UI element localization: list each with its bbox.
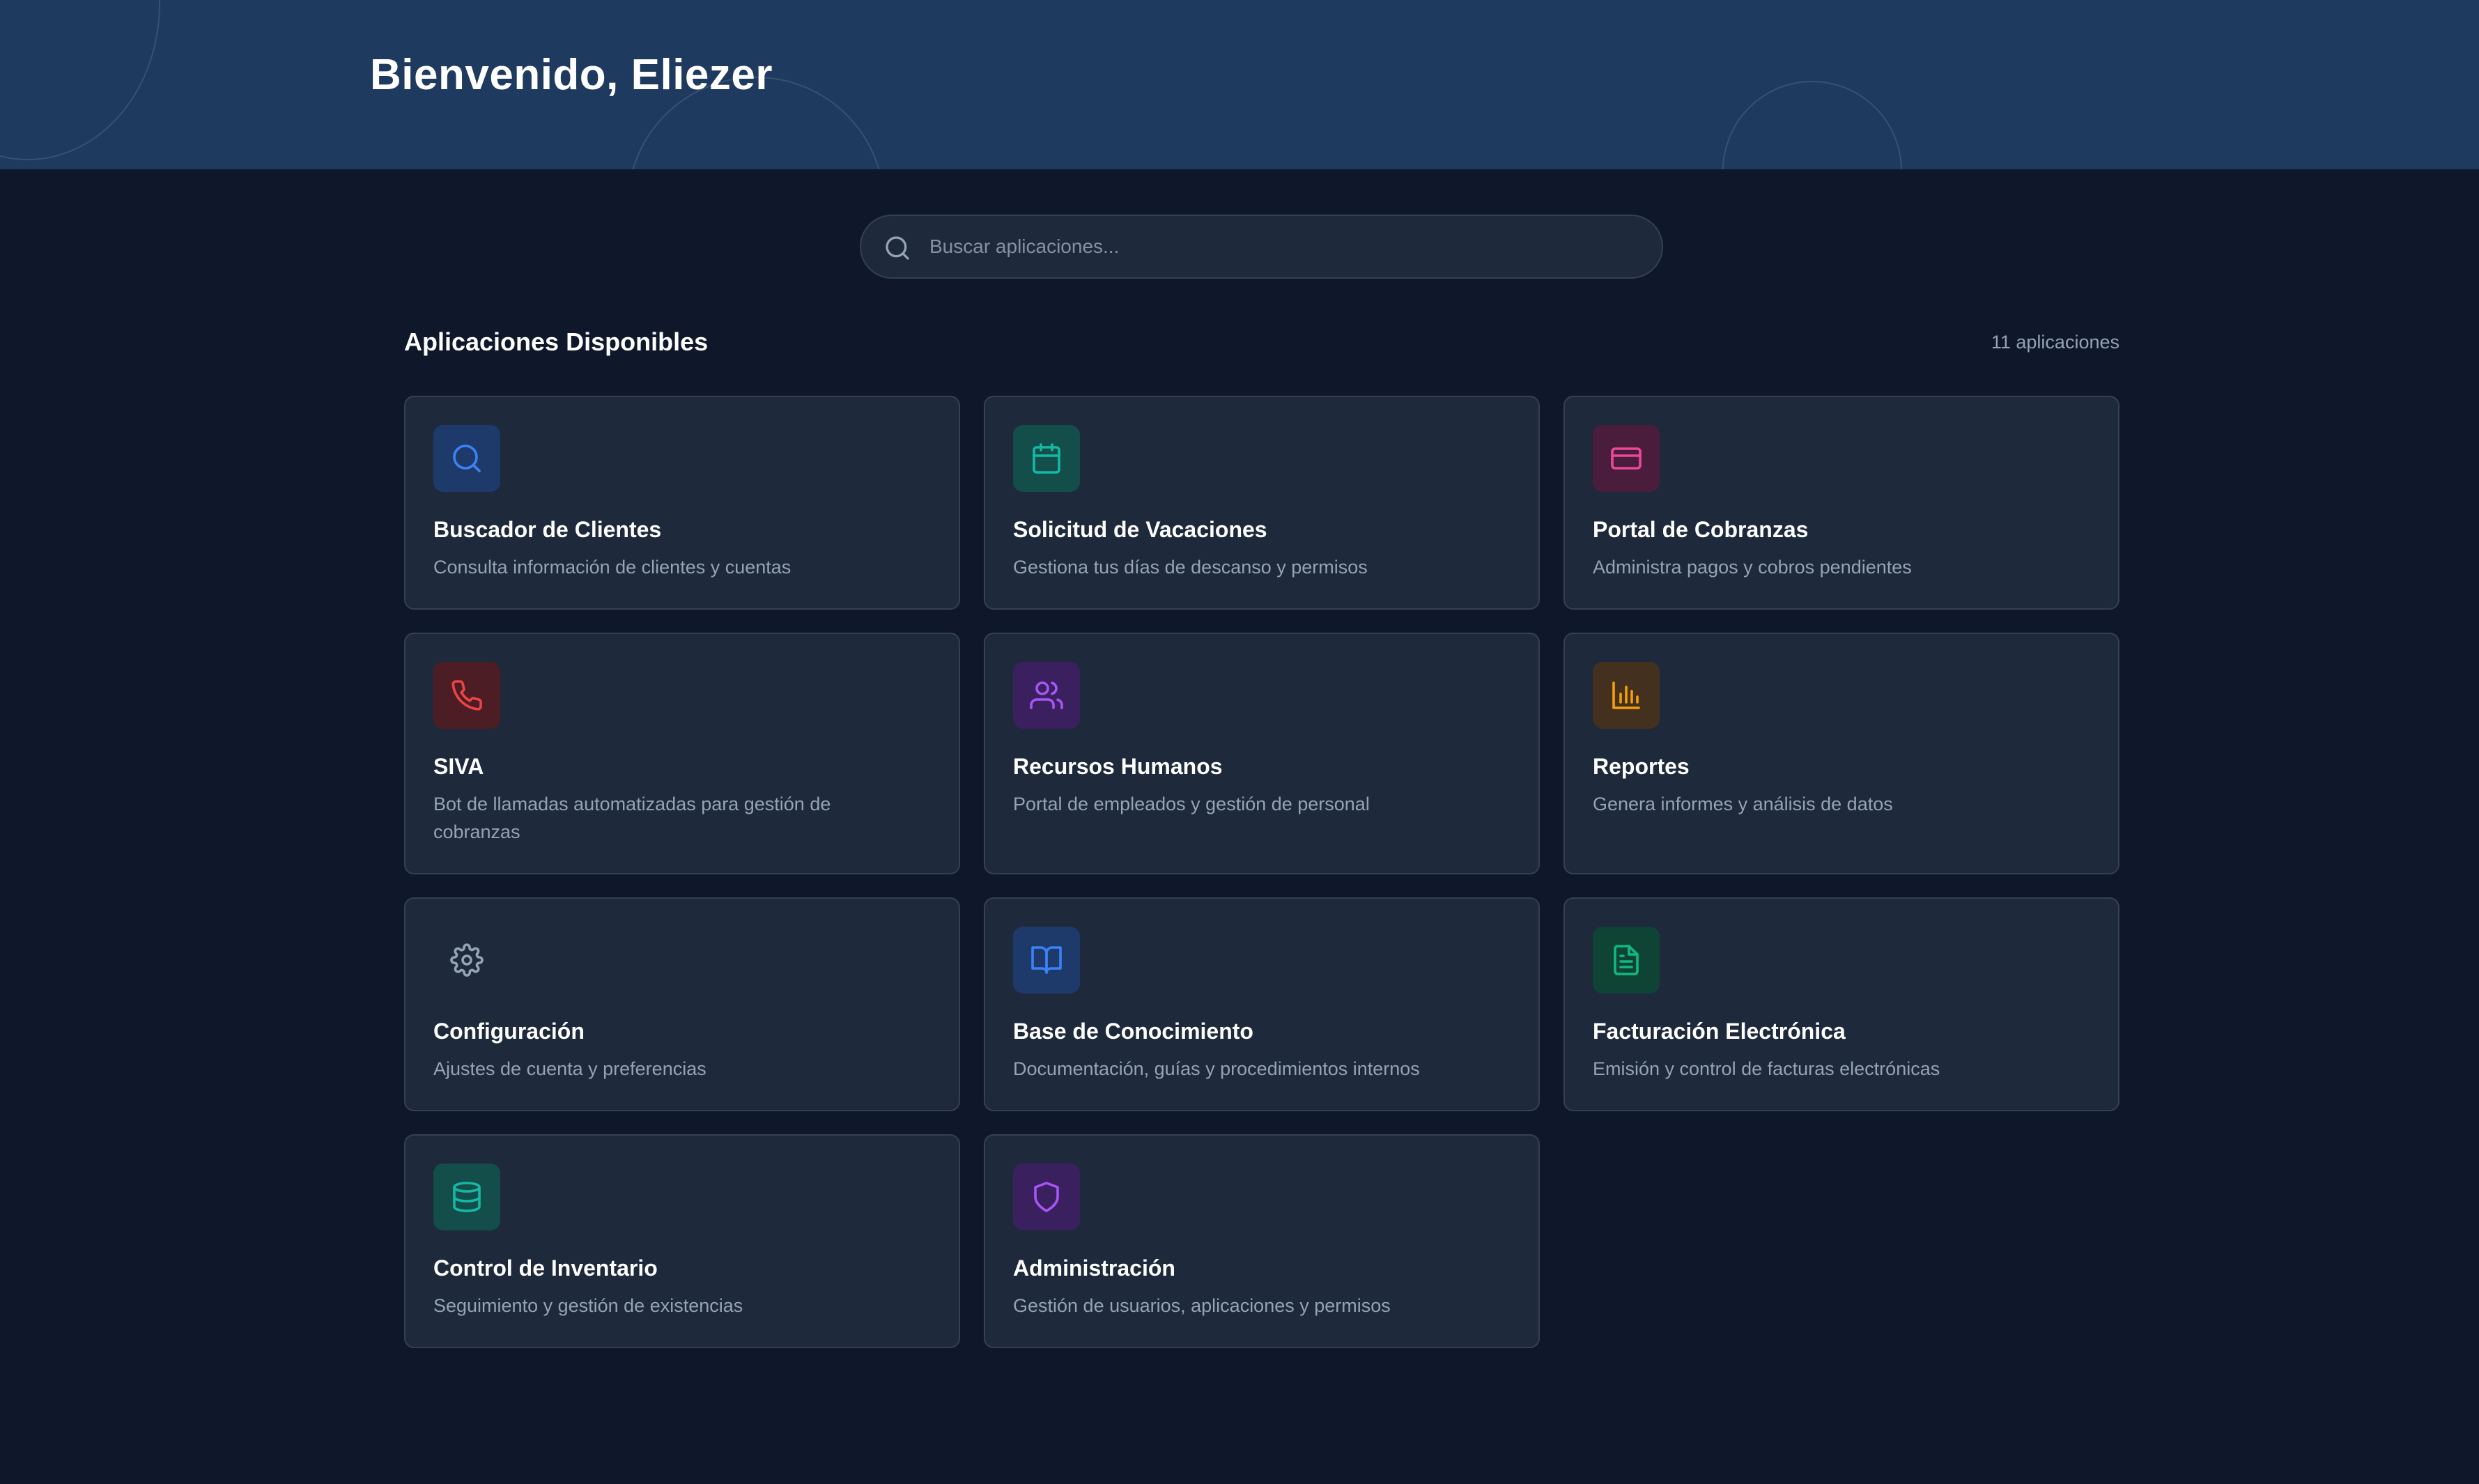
book-open-icon bbox=[1031, 946, 1062, 974]
app-icon-box bbox=[1013, 662, 1080, 729]
app-description: Gestiona tus días de descanso y permisos bbox=[1013, 557, 1368, 578]
shield-icon bbox=[1034, 1182, 1059, 1212]
app-icon-box bbox=[1013, 425, 1080, 492]
app-card[interactable]: Configuración Ajustes de cuenta y prefere… bbox=[404, 897, 960, 1111]
app-icon-box bbox=[1593, 425, 1660, 492]
phone-icon bbox=[451, 680, 482, 711]
welcome-header: Bienvenido, Eliezer bbox=[0, 0, 2479, 169]
app-description: Genera informes y análisis de datos bbox=[1593, 794, 1893, 814]
app-icon-box bbox=[1593, 927, 1660, 994]
search-input[interactable] bbox=[929, 216, 1647, 277]
app-card[interactable]: Recursos Humanos Portal de empleados y ge… bbox=[984, 633, 1540, 874]
app-icon-box bbox=[1593, 662, 1660, 729]
app-card[interactable]: Solicitud de Vacaciones Gestiona tus días… bbox=[984, 396, 1540, 610]
app-description: Ajustes de cuenta y preferencias bbox=[433, 1058, 706, 1079]
app-title: Control de Inventario bbox=[433, 1255, 658, 1281]
app-title: Recursos Humanos bbox=[1013, 754, 1223, 779]
bar-chart-icon bbox=[1612, 681, 1640, 709]
app-title: SIVA bbox=[433, 754, 484, 779]
app-description: Portal de empleados y gestión de persona… bbox=[1013, 794, 1370, 814]
app-description: Gestión de usuarios, aplicaciones y perm… bbox=[1013, 1295, 1391, 1316]
search-icon bbox=[453, 445, 481, 472]
search-bar[interactable] bbox=[860, 215, 1663, 279]
credit-card-icon bbox=[1611, 447, 1642, 470]
section-title: Aplicaciones Disponibles bbox=[404, 327, 709, 356]
app-card[interactable]: Base de Conocimiento Documentación, guías… bbox=[984, 897, 1540, 1111]
app-icon-box bbox=[433, 927, 500, 994]
app-card[interactable]: Facturación Electrónica Emisión y control… bbox=[1563, 897, 2119, 1111]
app-title: Base de Conocimiento bbox=[1013, 1019, 1253, 1044]
app-title: Portal de Cobranzas bbox=[1593, 517, 1809, 542]
app-icon-box bbox=[433, 425, 500, 492]
app-description: Documentación, guías y procedimientos in… bbox=[1013, 1058, 1420, 1079]
app-count: 11 aplicaciones bbox=[1991, 332, 2119, 353]
database-icon bbox=[453, 1182, 481, 1212]
app-icon-box bbox=[433, 1164, 500, 1230]
decorative-circle bbox=[0, 0, 160, 160]
app-icon-box bbox=[1013, 1164, 1080, 1230]
app-description: Administra pagos y cobros pendientes bbox=[1593, 557, 1912, 578]
users-icon bbox=[1030, 681, 1063, 709]
app-title: Buscador de Clientes bbox=[433, 517, 662, 542]
app-icon-box bbox=[433, 662, 500, 729]
search-icon bbox=[886, 236, 909, 260]
app-description: Emisión y control de facturas electrónic… bbox=[1593, 1058, 1940, 1079]
file-text-icon bbox=[1614, 945, 1639, 975]
decorative-circle bbox=[1722, 81, 1902, 169]
app-title: Solicitud de Vacaciones bbox=[1013, 517, 1267, 542]
app-description: Bot de llamadas automatizadas para gesti… bbox=[433, 794, 831, 842]
app-icon-box bbox=[1013, 927, 1080, 994]
app-card[interactable]: Buscador de Clientes Consulta información… bbox=[404, 396, 960, 610]
app-card[interactable]: Reportes Genera informes y análisis de da… bbox=[1563, 633, 2119, 874]
app-title: Administración bbox=[1013, 1255, 1175, 1281]
app-title: Reportes bbox=[1593, 754, 1690, 779]
app-card[interactable]: Portal de Cobranzas Administra pagos y co… bbox=[1563, 396, 2119, 610]
welcome-title: Bienvenido, Eliezer bbox=[370, 51, 773, 99]
app-description: Consulta información de clientes y cuent… bbox=[433, 557, 791, 578]
app-title: Facturación Electrónica bbox=[1593, 1019, 1846, 1044]
app-card[interactable]: Control de Inventario Seguimiento y gesti… bbox=[404, 1134, 960, 1348]
gear-icon bbox=[450, 943, 484, 977]
app-title: Configuración bbox=[433, 1019, 585, 1044]
app-description: Seguimiento y gestión de existencias bbox=[433, 1295, 743, 1316]
app-card[interactable]: Administración Gestión de usuarios, aplic… bbox=[984, 1134, 1540, 1348]
calendar-icon bbox=[1033, 443, 1060, 474]
app-card[interactable]: SIVA Bot de llamadas automatizadas para g… bbox=[404, 633, 960, 874]
